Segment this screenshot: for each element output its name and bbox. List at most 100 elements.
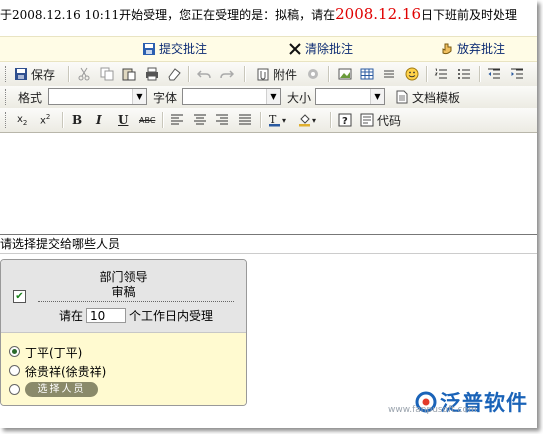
image-icon xyxy=(338,68,352,80)
undo-button[interactable] xyxy=(197,65,211,83)
chevron-down-icon[interactable]: ▼ xyxy=(132,89,146,104)
outdent-icon xyxy=(488,68,500,79)
text-color-icon: T xyxy=(269,113,280,127)
toolbar-grip[interactable] xyxy=(5,66,9,82)
bold-button[interactable]: B xyxy=(72,111,82,129)
text-color-button[interactable]: T ▾ xyxy=(268,111,286,129)
attachment-label: 附件 xyxy=(273,67,298,82)
bullet-list-icon xyxy=(458,69,470,79)
deadline-days-row: 请在 10 个工作日内受理 xyxy=(59,307,213,324)
person-radio-2[interactable] xyxy=(9,365,20,376)
indent-icon xyxy=(511,68,523,79)
horizontal-rule-button[interactable] xyxy=(382,65,396,83)
bullet-list-button[interactable] xyxy=(457,65,471,83)
person-option-2[interactable]: 徐贵祥(徐贵祥) xyxy=(25,363,106,380)
link-icon xyxy=(308,69,318,79)
undo-icon xyxy=(197,70,211,79)
highlight-color-button[interactable]: ▾ xyxy=(298,111,316,129)
save-label: 保存 xyxy=(31,67,56,82)
recipient-panel: ✔ 部门领导 审稿 请在 10 个工作日内受理 丁平(丁平) 徐贵祥(徐贵祥) … xyxy=(0,259,247,406)
department-step: 审稿 xyxy=(111,285,136,299)
cut-button[interactable] xyxy=(77,65,91,83)
justify-icon xyxy=(239,114,251,125)
underline-button[interactable]: U xyxy=(118,111,128,129)
superscript-button[interactable]: x2 xyxy=(40,111,50,129)
copy-button[interactable] xyxy=(100,65,114,83)
insert-table-button[interactable] xyxy=(360,65,374,83)
subscript-button[interactable]: x2 xyxy=(17,111,27,129)
subscript-icon: x2 xyxy=(17,113,28,127)
format-value xyxy=(49,94,52,107)
help-button[interactable]: ? xyxy=(338,111,352,129)
align-left-icon xyxy=(171,114,183,125)
eraser-icon xyxy=(168,68,181,81)
person-radio-1[interactable] xyxy=(9,346,20,357)
submit-annotation-label: 提交批注 xyxy=(159,42,208,56)
printer-icon xyxy=(146,67,158,81)
align-right-button[interactable] xyxy=(215,111,229,129)
submit-annotation-button[interactable]: 提交批注 xyxy=(142,40,207,58)
discard-annotation-button[interactable]: 放弃批注 xyxy=(440,40,505,58)
chevron-down-icon[interactable]: ▼ xyxy=(370,89,384,104)
attachment-button[interactable]: 附件 xyxy=(256,65,297,83)
editor-content-area[interactable] xyxy=(0,133,537,233)
strikethrough-button[interactable]: ABC xyxy=(139,111,155,129)
insert-image-button[interactable] xyxy=(338,65,352,83)
notice-suffix: 日下班前及时处理 xyxy=(421,8,518,22)
font-select[interactable]: ▼ xyxy=(182,88,281,105)
close-x-icon xyxy=(289,43,301,55)
code-button[interactable]: 代码 xyxy=(360,111,401,129)
toolbar-separator xyxy=(244,66,246,82)
code-label: 代码 xyxy=(377,113,402,128)
document-template-button[interactable]: 文档模板 xyxy=(395,88,460,106)
align-left-button[interactable] xyxy=(170,111,184,129)
indent-button[interactable] xyxy=(510,65,524,83)
horizontal-line-icon xyxy=(384,70,394,78)
underline-icon: U xyxy=(118,113,129,127)
select-people-button[interactable]: 选择人员 xyxy=(25,382,98,397)
format-select[interactable]: ▼ xyxy=(48,88,147,105)
toolbar-separator xyxy=(68,66,70,82)
svg-text:?: ? xyxy=(342,116,348,127)
annotation-action-bar: 提交批注 清除批注 放弃批注 xyxy=(0,36,537,62)
chevron-down-icon: ▾ xyxy=(312,115,317,125)
outdent-button[interactable] xyxy=(487,65,501,83)
days-input[interactable]: 10 xyxy=(86,308,127,323)
copy-icon xyxy=(100,67,114,81)
size-label: 大小 xyxy=(287,91,312,105)
save-button[interactable]: 保存 xyxy=(14,65,55,83)
italic-button[interactable]: I xyxy=(96,111,102,129)
window: 于2008.12.16 10:11开始受理，您正在受理的是：拟稿，请在2008.… xyxy=(0,0,537,428)
link-button[interactable] xyxy=(306,65,320,83)
scissors-icon xyxy=(78,67,90,81)
days-prefix: 请在 xyxy=(59,309,84,323)
person-option-1[interactable]: 丁平(丁平) xyxy=(25,344,82,361)
help-icon: ? xyxy=(338,113,352,127)
toolbar-grip[interactable] xyxy=(5,89,9,105)
days-suffix: 个工作日内受理 xyxy=(129,309,214,323)
deadline-date: 2008.12.16 xyxy=(335,5,421,23)
size-select[interactable]: ▼ xyxy=(315,88,385,105)
brand-url: www.fanpusoft.com xyxy=(388,405,477,415)
toolbar-grip[interactable] xyxy=(5,112,9,128)
notice-prefix: 于2008.12.16 10:11开始受理，您正在受理的是：拟稿，请在 xyxy=(0,8,336,22)
print-button[interactable] xyxy=(145,65,159,83)
redo-button[interactable] xyxy=(220,65,234,83)
italic-icon: I xyxy=(96,113,102,127)
editor-toolbar-row-1: 保存 附件 xyxy=(0,62,537,87)
align-center-button[interactable] xyxy=(193,111,207,129)
numbered-list-icon xyxy=(434,68,447,79)
clear-annotation-button[interactable]: 清除批注 xyxy=(288,40,353,58)
editor-toolbar-row-2: 格式 ▼ 字体 ▼ 大小 ▼ 文档模板 xyxy=(0,86,537,109)
select-people-radio[interactable] xyxy=(9,384,20,395)
chevron-down-icon[interactable]: ▼ xyxy=(266,89,280,104)
justify-button[interactable] xyxy=(238,111,252,129)
divider xyxy=(38,301,234,302)
paste-button[interactable] xyxy=(122,65,136,83)
numbered-list-button[interactable] xyxy=(434,65,448,83)
emoticon-button[interactable] xyxy=(405,65,419,83)
editor-toolbar-row-3: x2 x2 B I U ABC T ▾ ▾ ? 代码 xyxy=(0,108,537,133)
eraser-button[interactable] xyxy=(167,65,181,83)
toolbar-separator xyxy=(330,112,332,128)
font-value xyxy=(183,94,186,107)
